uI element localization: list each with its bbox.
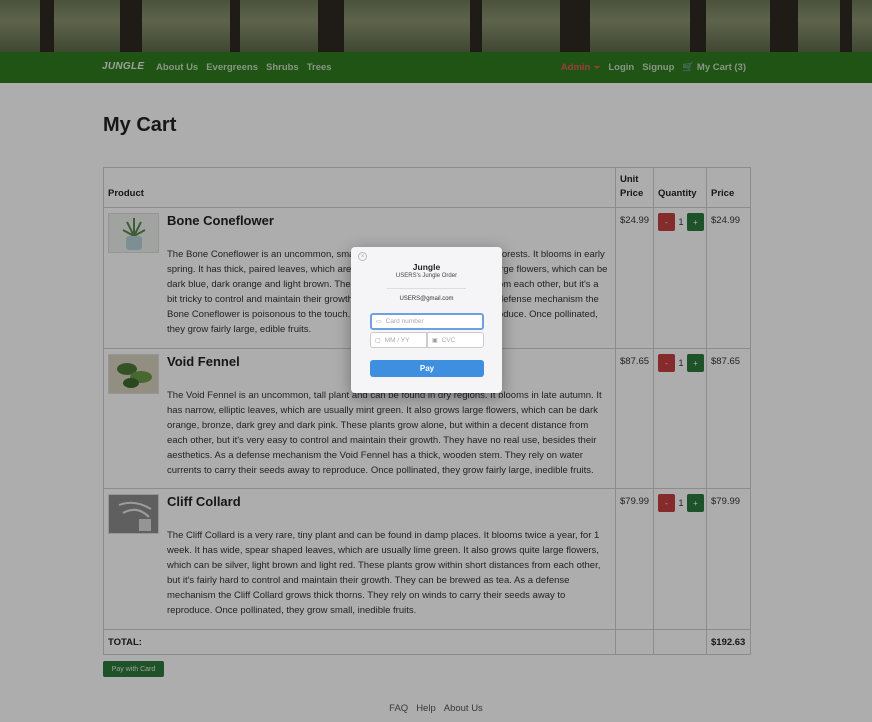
divider [387, 288, 466, 289]
checkout-subtitle: USERS's Jungle Order [395, 273, 458, 279]
expiry-placeholder: MM / YY [384, 336, 410, 344]
checkout-modal: × Jungle USERS's Jungle Order USERS@gmai… [351, 247, 502, 393]
pay-button[interactable]: Pay [370, 360, 484, 377]
lock-icon: ▣ [432, 337, 438, 344]
checkout-email: USERS@gmail.com [399, 296, 454, 302]
credit-card-icon: ▭ [376, 319, 382, 325]
expiry-field[interactable]: ▢ MM / YY [370, 332, 427, 348]
calendar-icon: ▢ [375, 337, 381, 344]
cvc-field[interactable]: ▣ CVC [427, 332, 484, 348]
checkout-title: Jungle [412, 262, 441, 272]
card-number-placeholder: Card number [385, 318, 424, 325]
cvc-placeholder: CVC [441, 336, 456, 344]
close-icon[interactable]: × [358, 252, 367, 261]
card-number-field[interactable]: ▭ Card number [370, 313, 484, 330]
